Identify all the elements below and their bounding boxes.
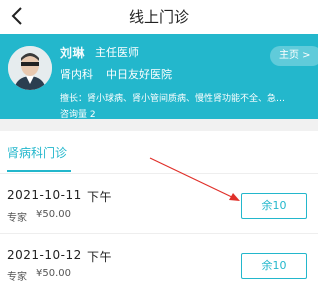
chevron-left-icon [11, 7, 22, 25]
home-button[interactable]: 主页 > [270, 46, 320, 66]
doctor-title: 主任医师 [95, 46, 139, 59]
slot-price: ¥50.00 [36, 209, 71, 220]
doctor-name: 刘琳 [60, 46, 86, 60]
slot-type: 专家 [7, 272, 27, 283]
divider [0, 173, 318, 174]
slot-period: 下午 [87, 190, 113, 204]
tab-kidney-clinic[interactable]: 肾病科门诊 [7, 144, 67, 161]
slot-book-button[interactable]: 余10 [241, 253, 307, 279]
slot-price: ¥50.00 [36, 268, 71, 279]
page-title: 线上门诊 [128, 8, 189, 26]
slot-book-button[interactable]: 余10 [241, 193, 307, 219]
doctor-hospital: 中日友好医院 [106, 68, 172, 81]
slot-date: 2021-10-12 [7, 248, 82, 262]
doctor-department: 肾内科 [60, 68, 93, 81]
doctor-avatar [8, 46, 52, 90]
slot-period: 下午 [87, 250, 113, 264]
slot-date: 2021-10-11 [7, 188, 82, 202]
doctor-specialty: 擅长：肾小球病、肾小管间质病、慢性肾功能不全、急… [60, 94, 286, 104]
section-divider [0, 119, 318, 131]
back-button[interactable] [9, 6, 27, 26]
divider [0, 233, 318, 234]
slot-type: 专家 [7, 213, 27, 224]
tab-underline [7, 170, 71, 172]
